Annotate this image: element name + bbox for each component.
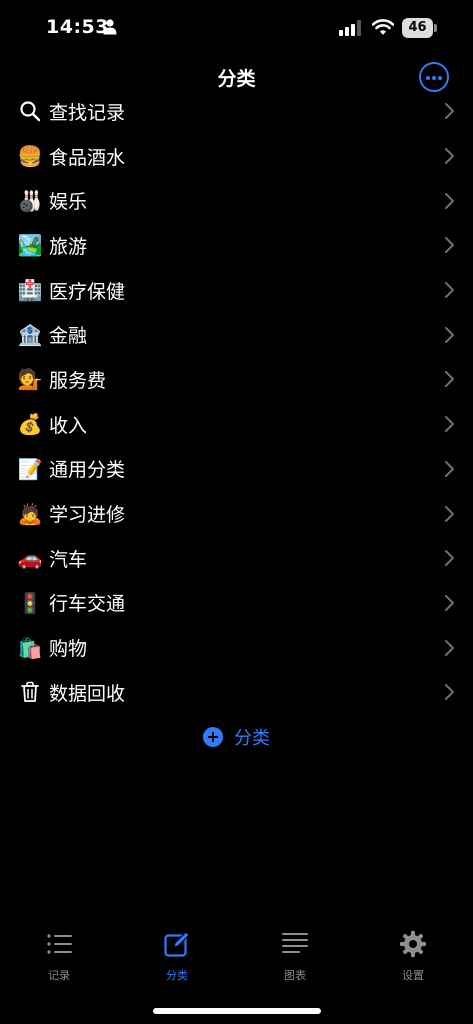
category-label: 旅游 bbox=[49, 235, 88, 258]
edit-icon bbox=[164, 931, 190, 957]
bowing-person-icon: 🙇 bbox=[17, 501, 43, 526]
chevron-right-icon bbox=[445, 550, 454, 567]
category-row-entertainment[interactable]: 🎳 娱乐 bbox=[0, 178, 473, 223]
chevron-right-icon bbox=[445, 282, 454, 299]
category-row-shopping[interactable]: 🛍️ 购物 bbox=[0, 625, 473, 670]
tab-settings[interactable]: 设置 bbox=[383, 930, 443, 990]
chevron-right-icon bbox=[445, 684, 454, 701]
car-icon: 🚗 bbox=[17, 546, 43, 571]
hospital-icon: 🏥 bbox=[17, 278, 43, 303]
gear-icon bbox=[400, 931, 426, 957]
chevron-right-icon bbox=[445, 371, 454, 388]
memo-icon: 📝 bbox=[17, 456, 43, 481]
plus-circle-icon bbox=[203, 727, 223, 747]
category-row-food[interactable]: 🍔 食品酒水 bbox=[0, 134, 473, 179]
add-category-button[interactable]: 分类 bbox=[203, 725, 270, 749]
category-row-general[interactable]: 📝 通用分类 bbox=[0, 447, 473, 492]
battery-level: 46 bbox=[402, 18, 433, 38]
chevron-right-icon bbox=[445, 148, 454, 165]
category-label: 购物 bbox=[49, 638, 88, 661]
category-row-recycle[interactable]: 数据回收 bbox=[0, 670, 473, 715]
add-category-label: 分类 bbox=[234, 728, 270, 749]
category-label: 服务费 bbox=[49, 369, 107, 392]
tab-categories[interactable]: 分类 bbox=[147, 930, 207, 990]
chevron-right-icon bbox=[445, 192, 454, 209]
category-row-service-fee[interactable]: 💁 服务费 bbox=[0, 357, 473, 402]
landscape-icon: 🏞️ bbox=[17, 233, 43, 258]
status-time: 14:53 bbox=[46, 16, 109, 38]
cellular-signal-icon bbox=[339, 20, 361, 36]
tab-bar: 记录 分类 图表 设置 bbox=[0, 930, 473, 990]
category-label: 查找记录 bbox=[49, 101, 126, 124]
category-label: 汽车 bbox=[49, 548, 88, 571]
chevron-right-icon bbox=[445, 416, 454, 433]
chevron-right-icon bbox=[445, 103, 454, 120]
tab-charts[interactable]: 图表 bbox=[265, 930, 325, 990]
page-title: 分类 bbox=[217, 68, 256, 90]
bank-icon: 🏦 bbox=[17, 322, 43, 347]
category-row-search[interactable]: 查找记录 bbox=[0, 89, 473, 134]
text-lines-icon bbox=[282, 933, 308, 953]
list-icon bbox=[47, 934, 72, 954]
battery-icon: 46 bbox=[402, 18, 437, 38]
chevron-right-icon bbox=[445, 460, 454, 477]
tab-label: 分类 bbox=[166, 969, 188, 982]
category-label: 食品酒水 bbox=[49, 146, 126, 169]
category-label: 娱乐 bbox=[49, 191, 88, 214]
more-dot-icon bbox=[426, 76, 430, 80]
chevron-right-icon bbox=[445, 594, 454, 611]
hamburger-icon: 🍔 bbox=[17, 144, 43, 169]
category-row-travel[interactable]: 🏞️ 旅游 bbox=[0, 223, 473, 268]
search-icon bbox=[18, 99, 42, 123]
trash-icon bbox=[18, 680, 42, 704]
money-bag-icon: 💰 bbox=[17, 412, 43, 437]
category-label: 通用分类 bbox=[49, 459, 126, 482]
tab-label: 记录 bbox=[48, 969, 70, 982]
category-row-healthcare[interactable]: 🏥 医疗保健 bbox=[0, 268, 473, 313]
person-icon bbox=[103, 19, 117, 35]
category-label: 数据回收 bbox=[49, 682, 126, 705]
category-row-car[interactable]: 🚗 汽车 bbox=[0, 536, 473, 581]
chevron-right-icon bbox=[445, 326, 454, 343]
more-dot-icon bbox=[432, 76, 436, 80]
home-indicator[interactable] bbox=[153, 1008, 321, 1014]
battery-tip bbox=[434, 24, 437, 32]
category-row-transport[interactable]: 🚦 行车交通 bbox=[0, 581, 473, 626]
chevron-right-icon bbox=[445, 237, 454, 254]
category-label: 医疗保健 bbox=[49, 280, 126, 303]
traffic-light-icon: 🚦 bbox=[17, 590, 43, 615]
tab-records[interactable]: 记录 bbox=[29, 930, 89, 990]
more-options-button[interactable] bbox=[419, 62, 449, 92]
category-label: 学习进修 bbox=[49, 504, 126, 527]
shopping-bags-icon: 🛍️ bbox=[17, 635, 43, 660]
category-row-education[interactable]: 🙇 学习进修 bbox=[0, 491, 473, 536]
category-row-finance[interactable]: 🏦 金融 bbox=[0, 312, 473, 357]
chevron-right-icon bbox=[445, 505, 454, 522]
wifi-icon bbox=[372, 19, 394, 35]
more-dot-icon bbox=[438, 76, 442, 80]
tab-label: 图表 bbox=[284, 969, 306, 982]
category-label: 行车交通 bbox=[49, 593, 126, 616]
chevron-right-icon bbox=[445, 639, 454, 656]
category-label: 收入 bbox=[49, 414, 88, 437]
tab-label: 设置 bbox=[402, 969, 424, 982]
info-desk-person-icon: 💁 bbox=[17, 367, 43, 392]
category-label: 金融 bbox=[49, 325, 88, 348]
category-list: 查找记录 🍔 食品酒水 🎳 娱乐 🏞️ 旅游 🏥 医疗保健 🏦 金融 💁 服务费… bbox=[0, 89, 473, 715]
status-bar: 14:53 46 bbox=[0, 0, 473, 56]
bowling-icon: 🎳 bbox=[17, 188, 43, 213]
category-row-income[interactable]: 💰 收入 bbox=[0, 402, 473, 447]
